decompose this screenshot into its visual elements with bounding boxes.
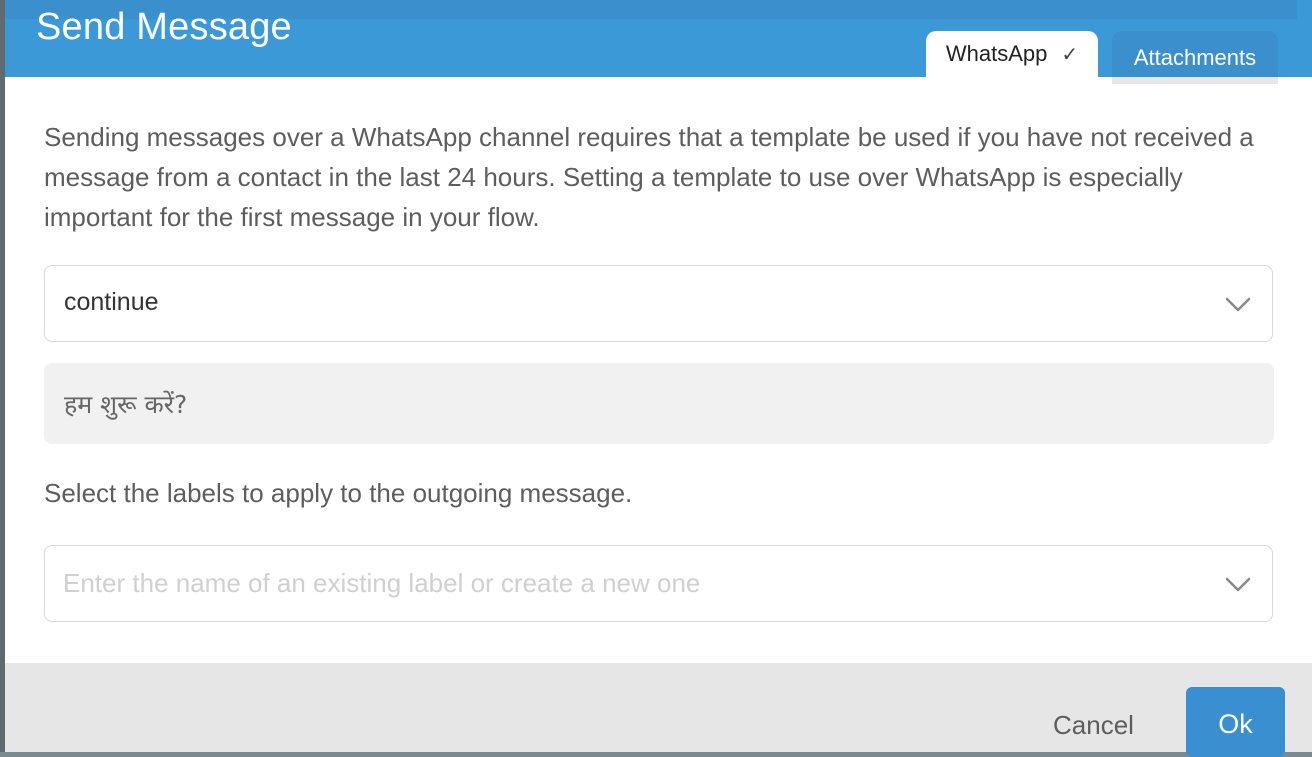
labels-select-placeholder: Enter the name of an existing label or c… xyxy=(63,568,701,598)
tab-whatsapp[interactable]: WhatsApp ✓ xyxy=(926,31,1098,77)
check-icon: ✓ xyxy=(1061,43,1079,66)
tab-attachments-label: Attachments xyxy=(1133,44,1257,70)
labels-prompt: Select the labels to apply to the outgoi… xyxy=(44,478,633,508)
dialog-header: Send Message WhatsApp ✓ Attachments xyxy=(5,0,1312,84)
chevron-down-icon xyxy=(1225,577,1251,592)
template-preview: हम शुरू करें? xyxy=(44,363,1274,444)
dialog-title: Send Message xyxy=(36,6,292,48)
send-message-dialog: Send Message WhatsApp ✓ Attachments Send… xyxy=(5,0,1312,752)
template-select-value: continue xyxy=(64,288,159,316)
chevron-down-icon xyxy=(1225,297,1251,312)
labels-select[interactable]: Enter the name of an existing label or c… xyxy=(44,545,1273,622)
tab-attachments[interactable]: Attachments xyxy=(1112,31,1278,84)
cancel-button[interactable]: Cancel xyxy=(1053,710,1134,741)
whatsapp-template-description: Sending messages over a WhatsApp channel… xyxy=(44,122,1254,232)
tab-whatsapp-label: WhatsApp xyxy=(945,41,1048,66)
ok-button[interactable]: Ok xyxy=(1186,687,1285,757)
template-select[interactable]: continue xyxy=(44,265,1273,342)
template-preview-text: हम शुरू करें? xyxy=(64,390,188,419)
